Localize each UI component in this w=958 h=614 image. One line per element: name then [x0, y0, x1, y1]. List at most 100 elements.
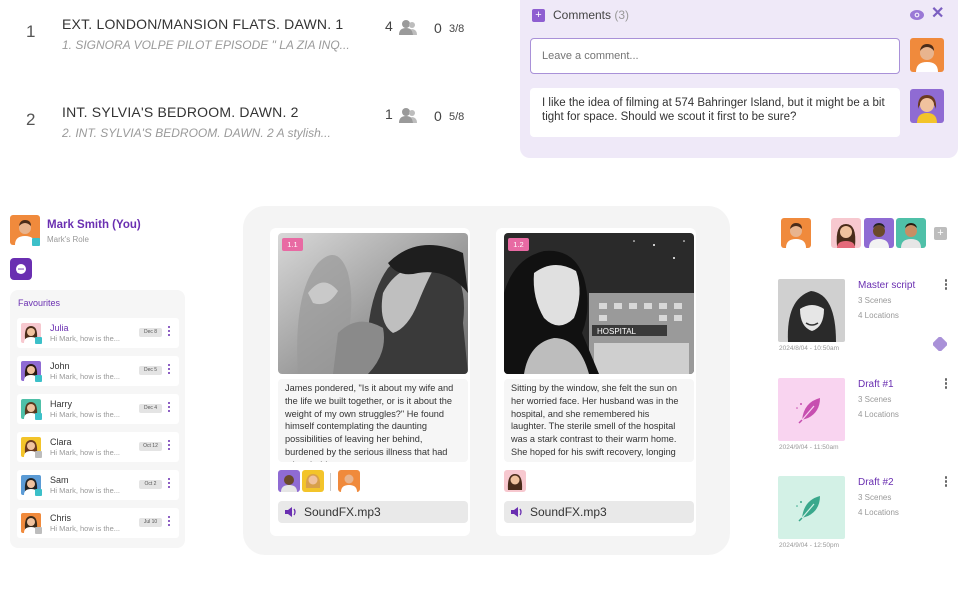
avatar	[278, 470, 300, 492]
scene-number: 2	[26, 110, 36, 129]
scene-comments-count: 0	[434, 108, 442, 124]
shot-badge: 1.1	[282, 238, 303, 251]
scene-title: EXT. LONDON/MANSION FLATS. DAWN. 1	[62, 16, 344, 32]
script-thumbnail[interactable]	[778, 378, 845, 441]
script-title[interactable]: Draft #2	[858, 477, 894, 488]
scene-subtitle: 1. SIGNORA VOLPE PILOT EPISODE " LA ZIA …	[62, 38, 350, 52]
scene-subtitle: 2. INT. SYLVIA'S BEDROOM. DAWN. 2 A styl…	[62, 126, 331, 140]
audio-file[interactable]: SoundFX.mp3	[278, 501, 468, 523]
close-icon[interactable]: ✕	[931, 5, 944, 23]
avatar[interactable]	[864, 218, 894, 248]
contact-message: Hi Mark, how is the...	[50, 410, 121, 419]
comments-count: (3)	[614, 8, 630, 22]
storyboard-text: James pondered, "Is it about my wife and…	[278, 379, 468, 462]
people-icon	[399, 108, 417, 123]
favourites-title: Favourites	[18, 298, 61, 308]
contact-date: Oct 12	[139, 442, 162, 451]
avatar[interactable]	[781, 218, 811, 248]
status-indicator	[35, 527, 42, 534]
audio-file[interactable]: SoundFX.mp3	[504, 501, 694, 523]
scene-page-fraction: 3/8	[449, 23, 465, 35]
script-scenes: 3 Scenes	[858, 395, 892, 404]
scene-row[interactable]: 1 EXT. LONDON/MANSION FLATS. DAWN. 1 1. …	[0, 16, 500, 56]
more-icon[interactable]	[944, 279, 948, 291]
scene-row[interactable]: 2 INT. SYLVIA'S BEDROOM. DAWN. 2 2. INT.…	[0, 104, 500, 144]
contact-date: Dec 8	[139, 328, 162, 337]
comments-panel: + Comments (3) ✕ I like the idea of film…	[520, 0, 958, 158]
contact-message: Hi Mark, how is the...	[50, 524, 121, 533]
script-locations: 4 Locations	[858, 410, 899, 419]
avatar	[910, 89, 944, 123]
storyboard-text: Sitting by the window, she felt the sun …	[504, 379, 694, 462]
contact-message: Hi Mark, how is the...	[50, 486, 121, 495]
contact-name: Julia	[50, 323, 69, 333]
status-indicator	[35, 489, 42, 496]
feather-icon	[796, 496, 820, 522]
comment-text: I like the idea of filming at 574 Bahrin…	[530, 88, 900, 137]
plus-icon[interactable]: +	[532, 9, 545, 22]
more-icon[interactable]	[167, 364, 171, 376]
chat-button[interactable]	[10, 258, 32, 280]
more-icon[interactable]	[944, 476, 948, 488]
status-indicator	[35, 451, 42, 458]
contact-name: Clara	[50, 437, 72, 447]
contact-name: Chris	[50, 513, 72, 523]
script-thumbnail[interactable]	[778, 279, 845, 342]
script-locations: 4 Locations	[858, 508, 899, 517]
status-indicator	[35, 337, 42, 344]
more-icon[interactable]	[167, 440, 171, 452]
contact-date: Jul 10	[139, 518, 162, 527]
script-date: 2024/9/04 - 11:50am	[779, 444, 839, 451]
script-scenes: 3 Scenes	[858, 493, 892, 502]
script-title[interactable]: Master script	[858, 280, 915, 291]
script-date: 2024/8/04 - 10:50am	[779, 345, 839, 352]
add-collaborator-button[interactable]: +	[934, 227, 947, 240]
avatar	[338, 470, 360, 492]
avatar[interactable]	[831, 218, 861, 248]
status-indicator	[32, 238, 40, 246]
audio-filename: SoundFX.mp3	[304, 505, 381, 519]
contact-message: Hi Mark, how is the...	[50, 334, 121, 343]
profile-name[interactable]: Mark Smith (You)	[47, 219, 141, 231]
list-item[interactable]: Clara Hi Mark, how is the... Oct 12	[17, 432, 179, 462]
scene-page-fraction: 5/8	[449, 111, 465, 123]
audio-icon	[285, 507, 296, 517]
audio-icon	[511, 507, 522, 517]
eye-icon[interactable]	[910, 9, 924, 21]
list-item[interactable]: John Hi Mark, how is the... Dec 5	[17, 356, 179, 386]
avatar	[910, 38, 944, 72]
list-item[interactable]: Julia Hi Mark, how is the... Dec 8	[17, 318, 179, 348]
more-icon[interactable]	[944, 378, 948, 390]
favourites-panel: Favourites Julia Hi Mark, how is the... De…	[10, 290, 185, 548]
scene-comments-count: 0	[434, 20, 442, 36]
hospital-sign: HOSPITAL	[597, 327, 637, 336]
avatar[interactable]	[896, 218, 926, 248]
puzzle-icon[interactable]	[933, 337, 947, 351]
storyboard-card[interactable]: 1.1 James pondered, "Is it about my wife…	[270, 228, 470, 536]
audio-filename: SoundFX.mp3	[530, 505, 607, 519]
status-indicator	[35, 413, 42, 420]
script-scenes: 3 Scenes	[858, 296, 892, 305]
more-icon[interactable]	[167, 478, 171, 490]
list-item[interactable]: Sam Hi Mark, how is the... Oct 2	[17, 470, 179, 500]
storyboard: 1.1 James pondered, "Is it about my wife…	[243, 206, 730, 555]
script-thumbnail[interactable]	[778, 476, 845, 539]
more-icon[interactable]	[167, 516, 171, 528]
more-icon[interactable]	[167, 326, 171, 338]
comments-title: Comments (3)	[553, 8, 630, 22]
contact-date: Dec 4	[139, 404, 162, 413]
storyboard-card[interactable]: 1.2 HOSPITAL Sitting by the window, she …	[496, 228, 696, 536]
script-locations: 4 Locations	[858, 311, 899, 320]
more-icon[interactable]	[167, 402, 171, 414]
divider	[330, 473, 331, 491]
contact-name: Sam	[50, 475, 69, 485]
scene-people-count: 1	[385, 106, 393, 122]
list-item[interactable]: Harry Hi Mark, how is the... Dec 4	[17, 394, 179, 424]
comment-input[interactable]	[530, 38, 900, 74]
contact-date: Dec 5	[139, 366, 162, 375]
script-title[interactable]: Draft #1	[858, 379, 894, 390]
contact-name: John	[50, 361, 70, 371]
chat-icon	[16, 264, 26, 274]
feather-icon	[796, 398, 820, 424]
list-item[interactable]: Chris Hi Mark, how is the... Jul 10	[17, 508, 179, 538]
